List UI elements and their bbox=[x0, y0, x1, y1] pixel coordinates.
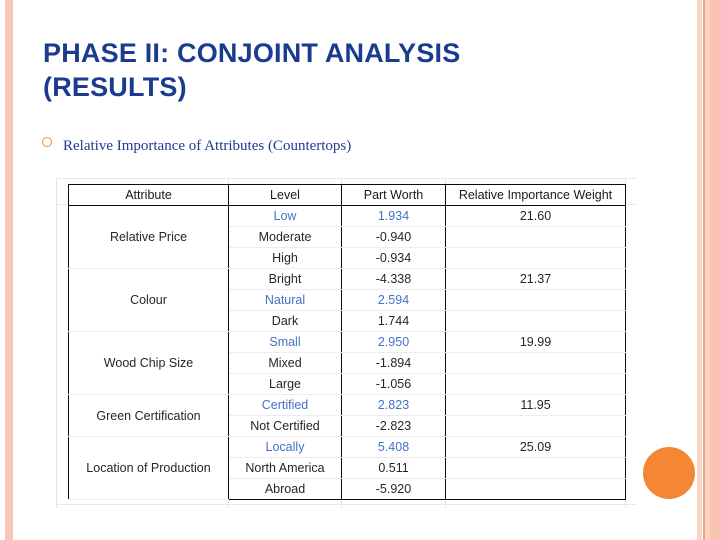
cell-importance-weight-empty bbox=[445, 415, 626, 437]
cell-importance-weight-empty bbox=[445, 478, 626, 500]
column-header-level: Level bbox=[228, 184, 342, 206]
cell-level: Bright bbox=[228, 268, 342, 290]
cell-importance-weight: 11.95 bbox=[445, 394, 626, 416]
cell-level: Natural bbox=[228, 289, 342, 311]
bullet-item-label: Relative Importance of Attributes (Count… bbox=[63, 138, 352, 154]
cell-part-worth: 1.744 bbox=[341, 310, 446, 332]
right-edge-stripe-4 bbox=[710, 0, 720, 540]
gridline-v bbox=[56, 178, 57, 508]
cell-part-worth: 2.823 bbox=[341, 394, 446, 416]
cell-part-worth: 0.511 bbox=[341, 457, 446, 479]
slide-title: PHASE II: CONJOINT ANALYSIS (RESULTS) bbox=[43, 38, 461, 102]
cell-attribute: Colour bbox=[68, 268, 229, 332]
right-edge-stripe-1 bbox=[697, 0, 702, 540]
cell-attribute: Location of Production bbox=[68, 436, 229, 500]
cell-level: High bbox=[228, 247, 342, 269]
table-row: Location of Production Locally 5.408 25.09 bbox=[68, 436, 626, 500]
cell-importance-weight: 25.09 bbox=[445, 436, 626, 458]
table-row: Green Certification Certified 2.823 11.95 bbox=[68, 394, 626, 437]
cell-part-worth: -5.920 bbox=[341, 478, 446, 500]
conjoint-results-table: Attribute Level Part Worth Relative Impo… bbox=[68, 184, 626, 500]
cell-attribute: Relative Price bbox=[68, 205, 229, 269]
table-row: Relative Price Low 1.934 21.60 bbox=[68, 205, 626, 269]
cell-level: Dark bbox=[228, 310, 342, 332]
column-header-weight: Relative Importance Weight bbox=[445, 184, 626, 206]
cell-level: Not Certified bbox=[228, 415, 342, 437]
cell-level: Certified bbox=[228, 394, 342, 416]
cell-part-worth: -1.056 bbox=[341, 373, 446, 395]
cell-attribute: Wood Chip Size bbox=[68, 331, 229, 395]
cell-importance-weight: 21.60 bbox=[445, 205, 626, 227]
cell-level: Low bbox=[228, 205, 342, 227]
cell-importance-weight-empty bbox=[445, 289, 626, 311]
cell-part-worth: -4.338 bbox=[341, 268, 446, 290]
cell-importance-weight-empty bbox=[445, 226, 626, 248]
table-header-row: Attribute Level Part Worth Relative Impo… bbox=[68, 184, 626, 206]
cell-level: North America bbox=[228, 457, 342, 479]
cell-importance-weight: 19.99 bbox=[445, 331, 626, 353]
table-header: Attribute Level Part Worth Relative Impo… bbox=[68, 184, 626, 206]
cell-level: Large bbox=[228, 373, 342, 395]
table-row: Wood Chip Size Small 2.950 19.99 bbox=[68, 331, 626, 395]
cell-part-worth: 2.594 bbox=[341, 289, 446, 311]
cell-importance-weight-empty bbox=[445, 247, 626, 269]
cell-level: Moderate bbox=[228, 226, 342, 248]
cell-importance-weight-empty bbox=[445, 352, 626, 374]
cell-importance-weight: 21.37 bbox=[445, 268, 626, 290]
cell-attribute: Green Certification bbox=[68, 394, 229, 437]
gridline-h bbox=[56, 504, 636, 505]
cell-level: Small bbox=[228, 331, 342, 353]
cell-level: Abroad bbox=[228, 478, 342, 500]
table-body: Relative Price Low 1.934 21.60 Moderate -0.94… bbox=[68, 205, 626, 500]
cell-part-worth: -1.894 bbox=[341, 352, 446, 374]
orange-circle-decoration bbox=[643, 447, 695, 499]
cell-level: Mixed bbox=[228, 352, 342, 374]
cell-level: Locally bbox=[228, 436, 342, 458]
hollow-circle-bullet-icon bbox=[42, 137, 52, 147]
cell-importance-weight-empty bbox=[445, 310, 626, 332]
left-edge-stripe bbox=[5, 0, 13, 540]
cell-importance-weight-empty bbox=[445, 457, 626, 479]
column-header-part-worth: Part Worth bbox=[341, 184, 446, 206]
cell-part-worth: -0.934 bbox=[341, 247, 446, 269]
cell-part-worth: 2.950 bbox=[341, 331, 446, 353]
cell-importance-weight-empty bbox=[445, 373, 626, 395]
table-row: Colour Bright -4.338 21.37 bbox=[68, 268, 626, 332]
cell-part-worth: 5.408 bbox=[341, 436, 446, 458]
cell-part-worth: -2.823 bbox=[341, 415, 446, 437]
gridline-h bbox=[56, 178, 636, 179]
bullet-list-item: Relative Importance of Attributes (Count… bbox=[42, 137, 352, 155]
cell-part-worth: 1.934 bbox=[341, 205, 446, 227]
column-header-attribute: Attribute bbox=[68, 184, 229, 206]
cell-part-worth: -0.940 bbox=[341, 226, 446, 248]
